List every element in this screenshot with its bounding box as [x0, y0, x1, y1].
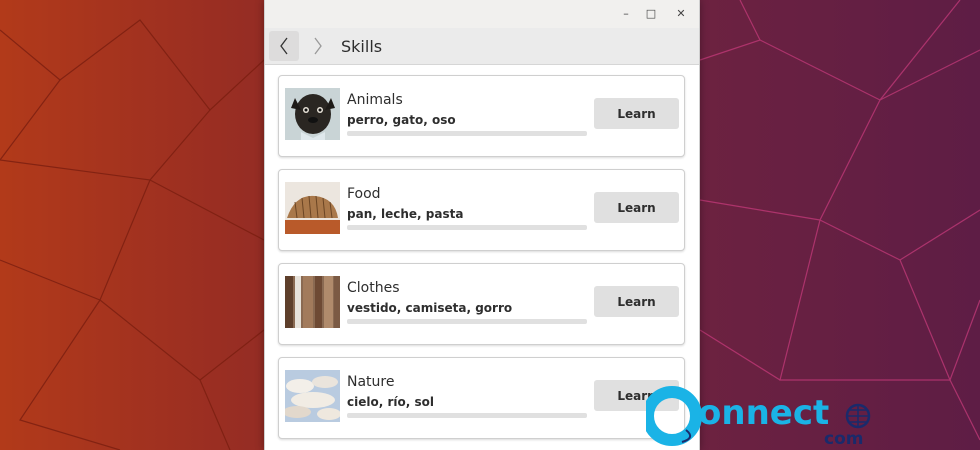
minimize-button[interactable]: – [617, 5, 635, 23]
nature-image [285, 370, 340, 422]
skill-card-clothes: Clothes vestido, camiseta, gorro Learn [278, 263, 685, 345]
skill-words: pan, leche, pasta [347, 207, 464, 221]
chevron-right-icon [314, 37, 322, 55]
skill-category: Nature [347, 374, 395, 390]
close-button[interactable]: ✕ [672, 5, 690, 23]
skill-category: Food [347, 186, 381, 202]
skill-card-food: Food pan, leche, pasta Learn [278, 169, 685, 251]
food-image [285, 182, 340, 234]
skill-progress [347, 319, 587, 324]
logo-text: onnect [698, 393, 829, 433]
app-window: – □ ✕ Skills Animals perro, gato, oso Le… [264, 0, 700, 450]
learn-button-animals[interactable]: Learn [594, 98, 679, 129]
clothes-image [285, 276, 340, 328]
skill-words: vestido, camiseta, gorro [347, 301, 513, 315]
header-bar: Skills [265, 28, 699, 65]
skill-card-animals: Animals perro, gato, oso Learn [278, 75, 685, 157]
logo-suffix: com [824, 429, 863, 448]
skill-words: perro, gato, oso [347, 113, 456, 127]
maximize-button[interactable]: □ [642, 5, 660, 23]
forward-button[interactable] [303, 31, 333, 61]
skill-category: Animals [347, 92, 403, 108]
back-button[interactable] [269, 31, 299, 61]
skill-card-nature: Nature cielo, río, sol Learn [278, 357, 685, 439]
skill-progress [347, 413, 587, 418]
chevron-left-icon [280, 37, 288, 55]
learn-button-food[interactable]: Learn [594, 192, 679, 223]
connect-logo: onnect com [646, 386, 871, 448]
title-bar: – □ ✕ [265, 0, 699, 28]
skill-progress [347, 225, 587, 230]
skill-category: Clothes [347, 280, 400, 296]
skills-list: Animals perro, gato, oso Learn Food pan,… [265, 65, 699, 450]
skill-words: cielo, río, sol [347, 395, 434, 409]
page-title: Skills [341, 36, 383, 56]
skill-progress [347, 131, 587, 136]
animals-image [285, 88, 340, 140]
learn-button-clothes[interactable]: Learn [594, 286, 679, 317]
